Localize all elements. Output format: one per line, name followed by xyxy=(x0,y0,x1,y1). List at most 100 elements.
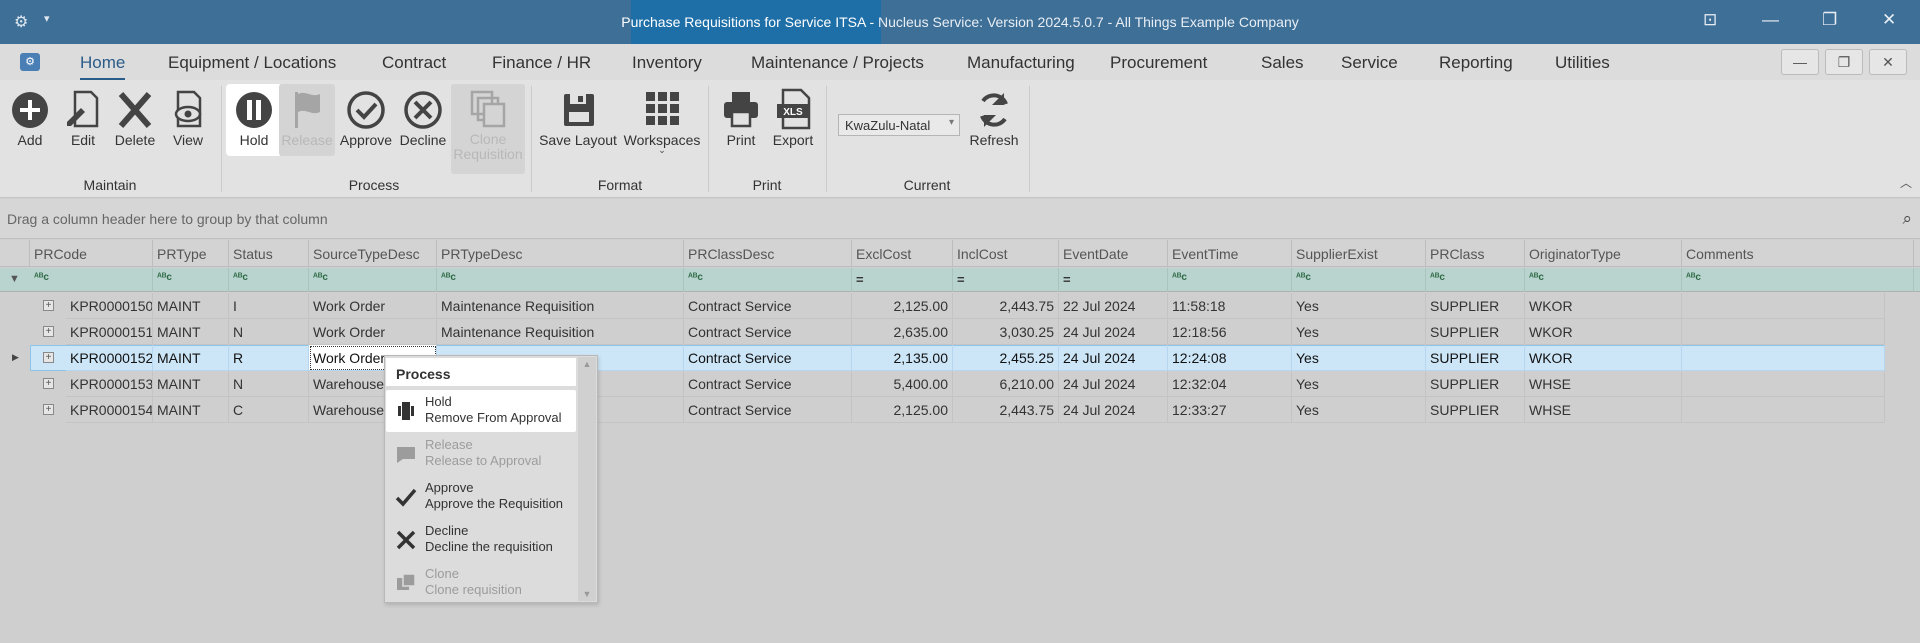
cell-originatortype[interactable]: WHSE xyxy=(1525,397,1682,423)
filter-cell-prclass[interactable]: ᴬᴮc xyxy=(1426,268,1525,292)
cell-comments[interactable] xyxy=(1682,345,1885,371)
print-button[interactable]: Print xyxy=(712,84,770,156)
cell-comments[interactable] xyxy=(1682,371,1885,397)
cell-eventdate[interactable]: 24 Jul 2024 xyxy=(1059,397,1168,423)
tab-service[interactable]: Service xyxy=(1341,53,1398,73)
close-button[interactable]: ✕ xyxy=(1882,10,1896,30)
table-row[interactable]: + KPR0000150 MAINT I Work Order Maintena… xyxy=(0,293,1920,319)
cell-exclcost[interactable]: 2,125.00 xyxy=(852,397,953,423)
filter-cell-eventtime[interactable]: ᴬᴮc xyxy=(1168,268,1292,292)
cell-inclcost[interactable]: 2,443.75 xyxy=(953,293,1059,319)
cell-prcode[interactable]: KPR0000150 xyxy=(66,293,153,319)
column-header-eventdate[interactable]: EventDate xyxy=(1059,240,1168,267)
cell-eventtime[interactable]: 12:32:04 xyxy=(1168,371,1292,397)
column-header-exclcost[interactable]: ExclCost xyxy=(852,240,953,267)
column-header-status[interactable]: Status xyxy=(229,240,309,267)
cell-prclass[interactable]: SUPPLIER xyxy=(1426,293,1525,319)
filter-cell-exclcost[interactable]: = xyxy=(852,268,953,292)
tab-utilities[interactable]: Utilities xyxy=(1555,53,1610,73)
cell-status[interactable]: N xyxy=(229,319,309,345)
collapse-ribbon-icon[interactable]: ︿ xyxy=(1900,174,1912,191)
tab-finance-hr[interactable]: Finance / HR xyxy=(492,53,591,73)
context-menu-item-release[interactable]: Release Release to Approval xyxy=(386,433,576,475)
expand-icon[interactable]: + xyxy=(43,300,54,311)
filter-cell-status[interactable]: ᴬᴮc xyxy=(229,268,309,292)
cell-prclassdesc[interactable]: Contract Service xyxy=(684,319,852,345)
cell-prcode[interactable]: KPR0000152 xyxy=(66,345,153,371)
cell-supplierexist[interactable]: Yes xyxy=(1292,345,1426,371)
cell-eventtime[interactable]: 11:58:18 xyxy=(1168,293,1292,319)
cell-comments[interactable] xyxy=(1682,293,1885,319)
cell-supplierexist[interactable]: Yes xyxy=(1292,371,1426,397)
maximize-button[interactable]: ❐ xyxy=(1822,10,1837,30)
filter-cell-prtypedesc[interactable]: ᴬᴮc xyxy=(437,268,684,292)
export-button[interactable]: XLS Export xyxy=(764,84,822,156)
tab-manufacturing[interactable]: Manufacturing xyxy=(967,53,1075,73)
filter-cell-comments[interactable]: ᴬᴮc xyxy=(1682,268,1914,292)
scroll-down-icon[interactable]: ▼ xyxy=(578,589,596,599)
filter-cell-eventdate[interactable]: = xyxy=(1059,268,1168,292)
cell-eventtime[interactable]: 12:24:08 xyxy=(1168,345,1292,371)
filter-icon[interactable]: ▼ xyxy=(9,273,20,285)
context-menu-item-clone[interactable]: Clone Clone requisition xyxy=(386,562,576,604)
cell-originatortype[interactable]: WHSE xyxy=(1525,371,1682,397)
cell-sourcetypedesc[interactable]: Work Order xyxy=(309,293,437,319)
filter-cell-inclcost[interactable]: = xyxy=(953,268,1059,292)
cell-prclassdesc[interactable]: Contract Service xyxy=(684,397,852,423)
cell-prclassdesc[interactable]: Contract Service xyxy=(684,293,852,319)
approve-button[interactable]: Approve xyxy=(338,84,394,156)
column-header-comments[interactable]: Comments xyxy=(1682,240,1914,267)
tab-inventory[interactable]: Inventory xyxy=(632,53,702,73)
app-menu-icon[interactable]: ⚙ xyxy=(20,53,40,71)
expand-icon[interactable]: + xyxy=(43,378,54,389)
table-row[interactable]: + KPR0000151 MAINT N Work Order Maintena… xyxy=(0,319,1920,345)
cell-prclass[interactable]: SUPPLIER xyxy=(1426,397,1525,423)
decline-button[interactable]: Decline xyxy=(395,84,451,156)
cell-inclcost[interactable]: 6,210.00 xyxy=(953,371,1059,397)
column-header-sourcetypedesc[interactable]: SourceTypeDesc xyxy=(309,240,437,267)
cell-prtype[interactable]: MAINT xyxy=(153,319,229,345)
context-menu-item-decline[interactable]: Decline Decline the requisition xyxy=(386,519,576,561)
region-select[interactable]: KwaZulu-Natal ▾ xyxy=(838,114,960,136)
filter-cell-prcode[interactable]: ᴬᴮc xyxy=(30,268,153,292)
workspaces-button[interactable]: Workspaces ⌄ xyxy=(622,84,702,156)
table-row-selected[interactable]: ▶ + KPR0000152 MAINT R Work Order Contra… xyxy=(0,345,1920,371)
cell-prtype[interactable]: MAINT xyxy=(153,345,229,371)
tab-maintenance-projects[interactable]: Maintenance / Projects xyxy=(751,53,924,73)
cell-eventdate[interactable]: 22 Jul 2024 xyxy=(1059,293,1168,319)
minimize-button[interactable]: — xyxy=(1762,10,1779,30)
delete-button[interactable]: Delete xyxy=(107,84,163,156)
column-header-prclassdesc[interactable]: PRClassDesc xyxy=(684,240,852,267)
cell-originatortype[interactable]: WKOR xyxy=(1525,345,1682,371)
cell-prtypedesc[interactable]: Maintenance Requisition xyxy=(437,293,684,319)
context-menu-item-approve[interactable]: Approve Approve the Requisition xyxy=(386,476,576,518)
expand-icon[interactable]: + xyxy=(43,326,54,337)
tab-contract[interactable]: Contract xyxy=(382,53,446,73)
cell-status[interactable]: C xyxy=(229,397,309,423)
cell-prclassdesc[interactable]: Contract Service xyxy=(684,371,852,397)
mdi-restore-button[interactable]: ❐ xyxy=(1825,49,1863,75)
cell-prcode[interactable]: KPR0000151 xyxy=(66,319,153,345)
save-layout-button[interactable]: Save Layout xyxy=(538,84,618,156)
column-header-prcode[interactable]: PRCode xyxy=(30,240,153,267)
cell-prclass[interactable]: SUPPLIER xyxy=(1426,345,1525,371)
context-menu-item-hold[interactable]: Hold Remove From Approval xyxy=(386,390,576,432)
hold-button[interactable]: Hold xyxy=(226,84,282,156)
context-menu-scrollbar[interactable]: ▲ ▼ xyxy=(578,357,596,601)
column-header-prtypedesc[interactable]: PRTypeDesc xyxy=(437,240,684,267)
cell-comments[interactable] xyxy=(1682,319,1885,345)
cell-originatortype[interactable]: WKOR xyxy=(1525,293,1682,319)
cell-exclcost[interactable]: 2,135.00 xyxy=(852,345,953,371)
release-button[interactable]: Release xyxy=(279,84,335,156)
filter-cell-supplierexist[interactable]: ᴬᴮc xyxy=(1292,268,1426,292)
cell-exclcost[interactable]: 5,400.00 xyxy=(852,371,953,397)
cell-inclcost[interactable]: 2,455.25 xyxy=(953,345,1059,371)
cell-eventdate[interactable]: 24 Jul 2024 xyxy=(1059,345,1168,371)
cell-eventtime[interactable]: 12:33:27 xyxy=(1168,397,1292,423)
cell-exclcost[interactable]: 2,125.00 xyxy=(852,293,953,319)
cell-prcode[interactable]: KPR0000154 xyxy=(66,397,153,423)
cell-prcode[interactable]: KPR0000153 xyxy=(66,371,153,397)
clone-requisition-button[interactable]: Clone Requisition xyxy=(451,84,525,174)
cell-eventdate[interactable]: 24 Jul 2024 xyxy=(1059,319,1168,345)
filter-cell-prclassdesc[interactable]: ᴬᴮc xyxy=(684,268,852,292)
